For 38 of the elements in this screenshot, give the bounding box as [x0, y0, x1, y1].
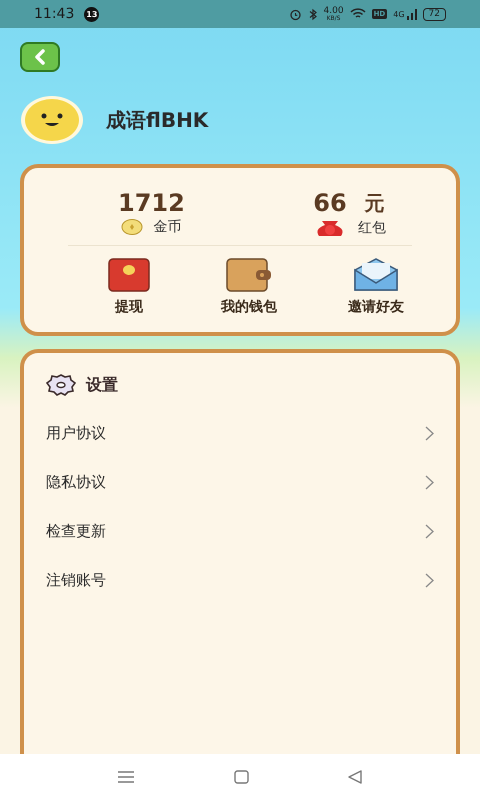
user-name: 成语flBHK: [106, 106, 208, 134]
settings-item[interactable]: 注销账号: [46, 556, 434, 605]
wifi-icon: [350, 8, 366, 20]
notification-badge: 13: [84, 6, 100, 22]
back-button[interactable]: [20, 42, 60, 72]
alarm-icon: [288, 8, 302, 20]
smiley-avatar-icon: [20, 95, 84, 145]
withdraw-button[interactable]: 提现: [108, 258, 150, 316]
coin-balance: 1712: [118, 190, 185, 216]
settings-item[interactable]: 检查更新: [46, 507, 434, 556]
menu-icon[interactable]: [118, 771, 134, 783]
coin-icon: [121, 219, 144, 236]
battery-level: 72: [422, 8, 446, 20]
chevron-right-icon: [425, 524, 434, 539]
network-type: 4G: [393, 10, 405, 18]
chevron-right-icon: [425, 573, 434, 588]
gear-icon: [46, 373, 76, 397]
envelope-icon: [353, 258, 399, 292]
status-time: 11:43: [34, 6, 74, 22]
bluetooth-icon: [308, 8, 318, 20]
home-icon[interactable]: [234, 770, 248, 784]
network-speed: 4.00: [324, 6, 344, 16]
bonus-amount: 66: [313, 190, 347, 217]
settings-item[interactable]: 隐私协议: [46, 458, 434, 507]
signal-icon: [406, 8, 417, 20]
coin-label: 金币: [153, 218, 182, 236]
bonus-label: 红包: [358, 219, 386, 237]
chevron-right-icon: [425, 475, 434, 490]
settings-title: 设置: [86, 374, 118, 396]
chevron-left-icon: [33, 49, 47, 65]
gift-envelope-icon: [108, 258, 150, 292]
currency-unit: 元: [364, 190, 385, 217]
chevron-right-icon: [425, 426, 434, 441]
back-icon[interactable]: [348, 770, 362, 784]
wallet-icon: [226, 258, 272, 292]
invite-button[interactable]: 邀请好友: [348, 258, 404, 316]
settings-item[interactable]: 用户协议: [46, 409, 434, 458]
wallet-button[interactable]: 我的钱包: [221, 258, 277, 316]
